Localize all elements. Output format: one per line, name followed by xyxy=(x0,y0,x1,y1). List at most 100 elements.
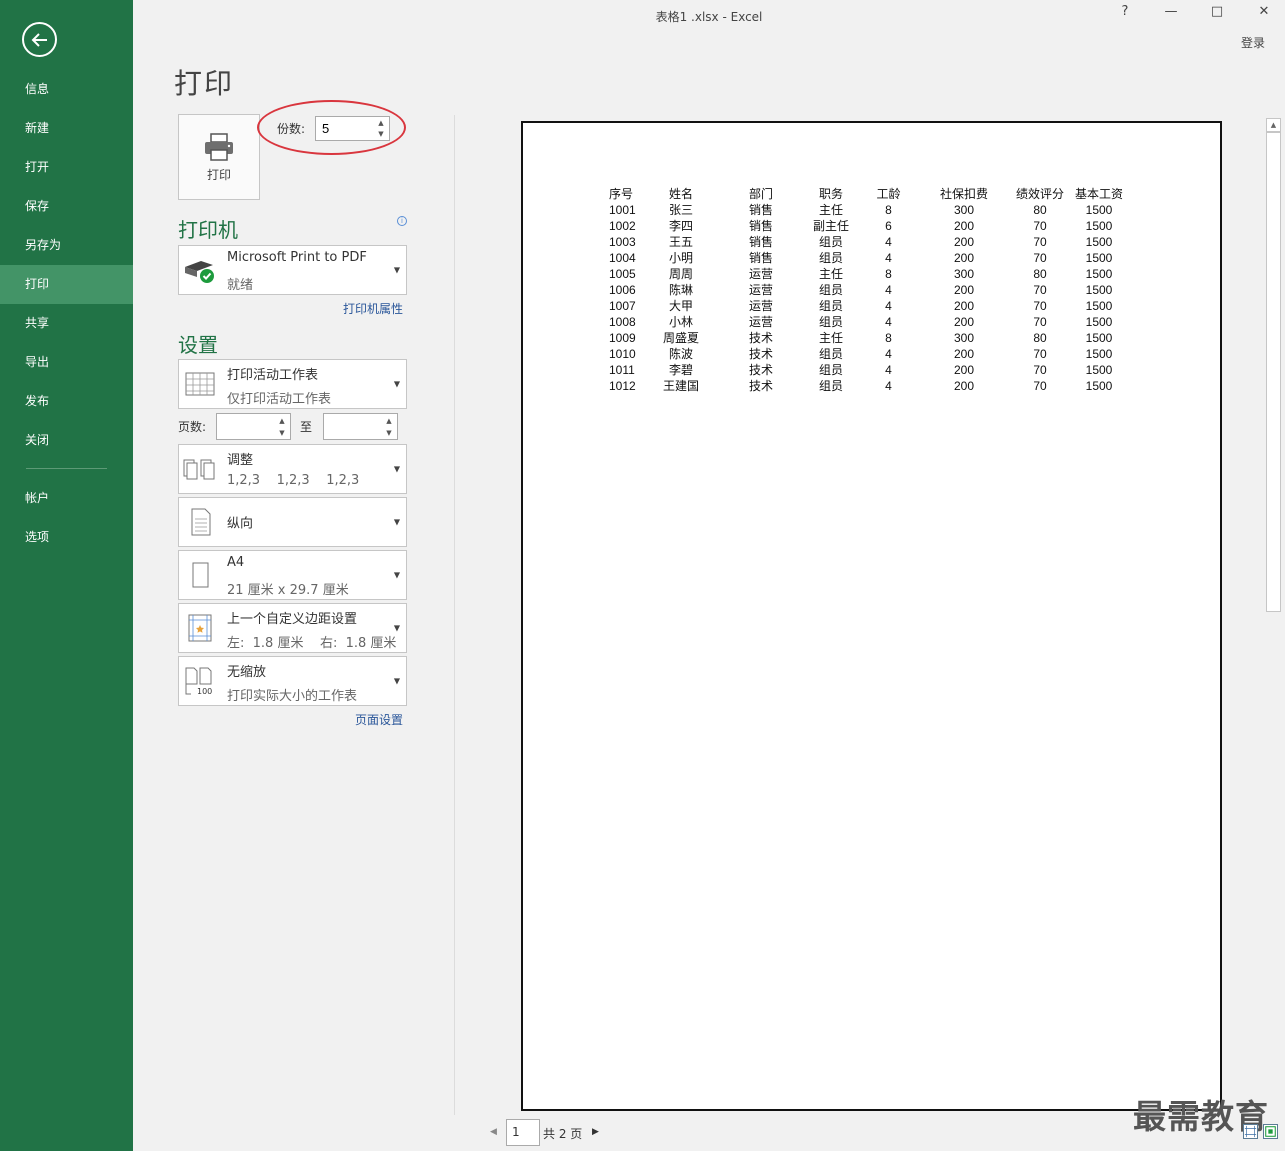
table-cell: 1006 xyxy=(609,283,636,297)
table-cell: 70 xyxy=(1033,347,1047,361)
restore-button[interactable]: □ xyxy=(1207,4,1227,19)
back-button[interactable] xyxy=(22,22,57,57)
preview-table: 序号 姓名 部门 职务 工龄 社保扣费 绩效评分 基本工资 1001 张三 销售 主任… xyxy=(603,186,1130,394)
table-cell: 销售 xyxy=(748,235,773,249)
table-cell: 80 xyxy=(1033,203,1047,217)
zoom-to-page-icon[interactable] xyxy=(1263,1124,1278,1139)
next-page-icon[interactable]: ▶ xyxy=(592,1127,599,1137)
sidebar-item-save[interactable]: 保存 xyxy=(0,187,133,226)
margins-title: 上一个自定义边距设置 xyxy=(227,612,358,627)
orientation-dropdown[interactable]: 纵向 ▼ xyxy=(178,497,407,547)
preview-scrollbar[interactable]: ▲ xyxy=(1266,118,1281,1115)
info-icon[interactable]: i xyxy=(397,216,407,226)
scaling-dropdown[interactable]: 100 无缩放 打印实际大小的工作表 ▼ xyxy=(178,656,407,706)
table-cell: 周周 xyxy=(668,267,693,281)
printer-properties-link[interactable]: 打印机属性 xyxy=(343,300,403,317)
collate-title: 调整 xyxy=(227,453,254,468)
portrait-icon xyxy=(191,508,211,536)
login-link[interactable]: 登录 xyxy=(1241,34,1265,51)
minimize-button[interactable]: — xyxy=(1161,4,1181,19)
paper-icon xyxy=(192,562,209,588)
pages-from-input[interactable] xyxy=(217,414,275,439)
pages-from-up-icon[interactable]: ▲ xyxy=(276,416,288,427)
table-cell: 200 xyxy=(953,347,975,361)
table-cell: 王建国 xyxy=(662,379,699,393)
table-cell: 小林 xyxy=(668,315,693,329)
print-button-label: 打印 xyxy=(206,167,231,182)
table-cell: 300 xyxy=(953,267,975,281)
back-arrow-icon xyxy=(31,32,47,47)
printer-ready-icon xyxy=(185,261,214,283)
table-cell: 组员 xyxy=(818,315,843,329)
sidebar-item-info[interactable]: 信息 xyxy=(0,70,133,109)
copies-down-icon[interactable]: ▼ xyxy=(375,129,387,140)
margins-desc: 左: 1.8 厘米 右: 1.8 厘米 xyxy=(227,636,397,651)
table-row: 1003 王五 销售 组员 4 200 70 1500 xyxy=(603,234,1130,250)
close-button[interactable]: ✕ xyxy=(1254,4,1274,19)
table-cell: 1010 xyxy=(609,347,636,361)
sidebar-item-export[interactable]: 导出 xyxy=(0,343,133,382)
table-cell: 1500 xyxy=(1085,315,1113,329)
table-cell: 200 xyxy=(953,299,975,313)
sidebar-item-close[interactable]: 关闭 xyxy=(0,421,133,460)
table-cell: 200 xyxy=(953,363,975,377)
pages-to-down-icon[interactable]: ▼ xyxy=(383,428,395,439)
pages-to-up-icon[interactable]: ▲ xyxy=(383,416,395,427)
prev-page-icon[interactable]: ◀ xyxy=(490,1127,497,1137)
current-page-input[interactable]: 1 xyxy=(506,1119,540,1146)
pages-from-down-icon[interactable]: ▼ xyxy=(276,428,288,439)
sidebar-item-options[interactable]: 选项 xyxy=(0,518,133,557)
print-scope-dropdown[interactable]: 打印活动工作表 仅打印活动工作表 ▼ xyxy=(178,359,407,409)
table-cell: 李四 xyxy=(668,219,693,233)
table-cell: 技术 xyxy=(748,331,773,345)
sidebar-item-share[interactable]: 共享 xyxy=(0,304,133,343)
collate-dropdown[interactable]: 调整 1,2,3 1,2,3 1,2,3 ▼ xyxy=(178,444,407,494)
scroll-up-icon[interactable]: ▲ xyxy=(1266,118,1281,132)
print-scope-desc: 仅打印活动工作表 xyxy=(227,392,332,407)
table-cell: 副主任 xyxy=(812,219,849,233)
page-setup-link[interactable]: 页面设置 xyxy=(355,711,403,728)
table-cell: 1007 xyxy=(609,299,636,313)
table-cell: 运营 xyxy=(748,315,773,329)
table-cell: 8 xyxy=(885,267,892,281)
table-cell: 1009 xyxy=(609,331,636,345)
settings-section-title: 设置 xyxy=(178,333,218,357)
table-cell: 1011 xyxy=(609,363,635,377)
copies-label: 份数: xyxy=(277,122,306,136)
chevron-down-icon: ▼ xyxy=(393,623,400,633)
sidebar-item-save-as[interactable]: 另存为 xyxy=(0,226,133,265)
table-cell: 4 xyxy=(885,299,892,313)
printer-dropdown[interactable]: Microsoft Print to PDF 就绪 ▼ xyxy=(178,245,407,295)
table-cell: 70 xyxy=(1033,299,1047,313)
show-margins-icon[interactable] xyxy=(1243,1124,1258,1139)
header-cell: 部门 xyxy=(748,187,773,201)
margins-dropdown[interactable]: 上一个自定义边距设置 左: 1.8 厘米 右: 1.8 厘米 ▼ xyxy=(178,603,407,653)
printer-name: Microsoft Print to PDF xyxy=(227,250,367,265)
sidebar-item-print[interactable]: 打印 xyxy=(0,265,133,304)
table-cell: 200 xyxy=(953,379,975,393)
print-button[interactable]: 打印 xyxy=(178,114,260,200)
sidebar-item-new[interactable]: 新建 xyxy=(0,109,133,148)
preview-header-row: 序号 姓名 部门 职务 工龄 社保扣费 绩效评分 基本工资 xyxy=(603,186,1130,202)
margins-icon xyxy=(188,614,212,642)
sidebar-item-publish[interactable]: 发布 xyxy=(0,382,133,421)
paper-size-dropdown[interactable]: A4 21 厘米 x 29.7 厘米 ▼ xyxy=(178,550,407,600)
pages-to-input[interactable] xyxy=(324,414,382,439)
window-title: 表格1 .xlsx - Excel xyxy=(655,10,763,24)
paper-size-desc: 21 厘米 x 29.7 厘米 xyxy=(227,583,349,598)
orientation-label: 纵向 xyxy=(227,516,254,532)
table-cell: 1500 xyxy=(1085,379,1113,393)
table-cell: 组员 xyxy=(818,251,843,265)
table-row: 1010 陈波 技术 组员 4 200 70 1500 xyxy=(603,346,1130,362)
sidebar-item-open[interactable]: 打开 xyxy=(0,148,133,187)
table-cell: 组员 xyxy=(818,299,843,313)
header-cell: 职务 xyxy=(818,187,843,201)
sidebar-item-account[interactable]: 帐户 xyxy=(0,479,133,518)
copies-input[interactable] xyxy=(316,117,376,140)
table-cell: 1008 xyxy=(609,315,636,329)
help-button[interactable]: ? xyxy=(1115,4,1135,19)
table-row: 1009 周盛夏 技术 主任 8 300 80 1500 xyxy=(603,330,1130,346)
copies-up-icon[interactable]: ▲ xyxy=(375,118,387,129)
header-cell: 序号 xyxy=(609,187,634,201)
scroll-thumb[interactable] xyxy=(1266,132,1281,612)
